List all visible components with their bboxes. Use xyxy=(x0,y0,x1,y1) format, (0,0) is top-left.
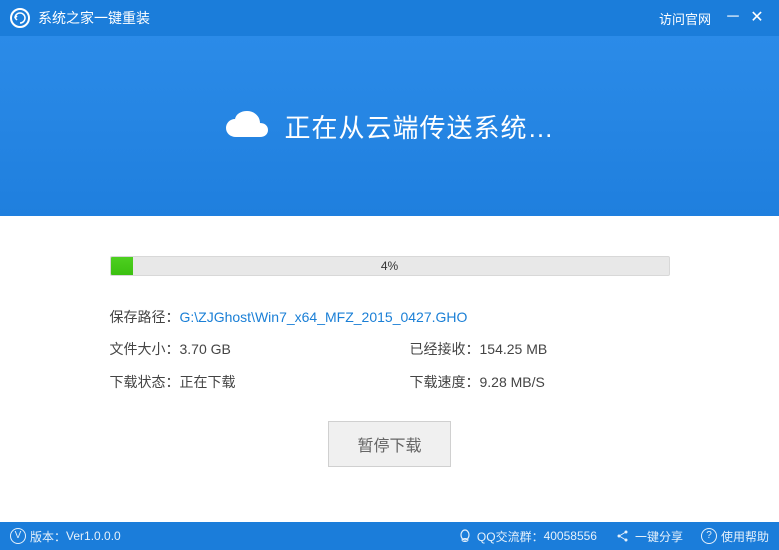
file-size-value: 3.70 GB xyxy=(180,338,231,360)
content-area: 4% 保存路径： G:\ZJGhost\Win7_x64_MFZ_2015_04… xyxy=(0,216,779,522)
version-info: V 版本： Ver1.0.0.0 xyxy=(10,528,121,545)
statusbar: V 版本： Ver1.0.0.0 QQ交流群： 40058556 一键分享 ? … xyxy=(0,522,779,550)
received-value: 154.25 MB xyxy=(480,338,548,360)
file-size-label: 文件大小： xyxy=(110,338,180,360)
version-value: Ver1.0.0.0 xyxy=(66,529,121,543)
share-label: 一键分享 xyxy=(635,528,683,545)
qq-icon xyxy=(457,528,473,544)
download-info: 保存路径： G:\ZJGhost\Win7_x64_MFZ_2015_0427.… xyxy=(110,306,670,393)
status-value: 正在下载 xyxy=(180,371,236,393)
titlebar: 系统之家一键重装 访问官网 － ✕ xyxy=(0,0,779,36)
banner: 正在从云端传送系统… xyxy=(0,36,779,216)
status-label: 下载状态： xyxy=(110,371,180,393)
qq-group-label: QQ交流群： xyxy=(477,528,544,545)
progress-bar: 4% xyxy=(110,256,670,276)
close-button[interactable]: ✕ xyxy=(745,10,769,26)
version-label: 版本： xyxy=(30,528,66,545)
qq-group-link[interactable]: QQ交流群： 40058556 xyxy=(457,528,597,545)
app-title: 系统之家一键重装 xyxy=(38,8,150,28)
banner-title: 正在从云端传送系统… xyxy=(284,108,554,145)
save-path-value[interactable]: G:\ZJGhost\Win7_x64_MFZ_2015_0427.GHO xyxy=(180,306,468,328)
visit-site-link[interactable]: 访问官网 xyxy=(659,9,711,28)
help-link[interactable]: ? 使用帮助 xyxy=(701,528,769,545)
cloud-icon xyxy=(224,109,270,144)
speed-label: 下载速度： xyxy=(410,371,480,393)
share-link[interactable]: 一键分享 xyxy=(615,528,683,545)
received-label: 已经接收： xyxy=(410,338,480,360)
version-icon: V xyxy=(10,528,26,544)
minimize-button[interactable]: － xyxy=(721,10,745,26)
progress-percent-label: 4% xyxy=(111,257,669,275)
app-logo-icon xyxy=(10,8,30,28)
speed-value: 9.28 MB/S xyxy=(480,371,545,393)
progress-container: 4% xyxy=(110,256,670,276)
help-icon: ? xyxy=(701,528,717,544)
share-icon xyxy=(615,528,631,544)
help-label: 使用帮助 xyxy=(721,528,769,545)
pause-download-button[interactable]: 暂停下载 xyxy=(328,421,450,467)
save-path-label: 保存路径： xyxy=(110,306,180,328)
qq-group-value: 40058556 xyxy=(544,529,597,543)
